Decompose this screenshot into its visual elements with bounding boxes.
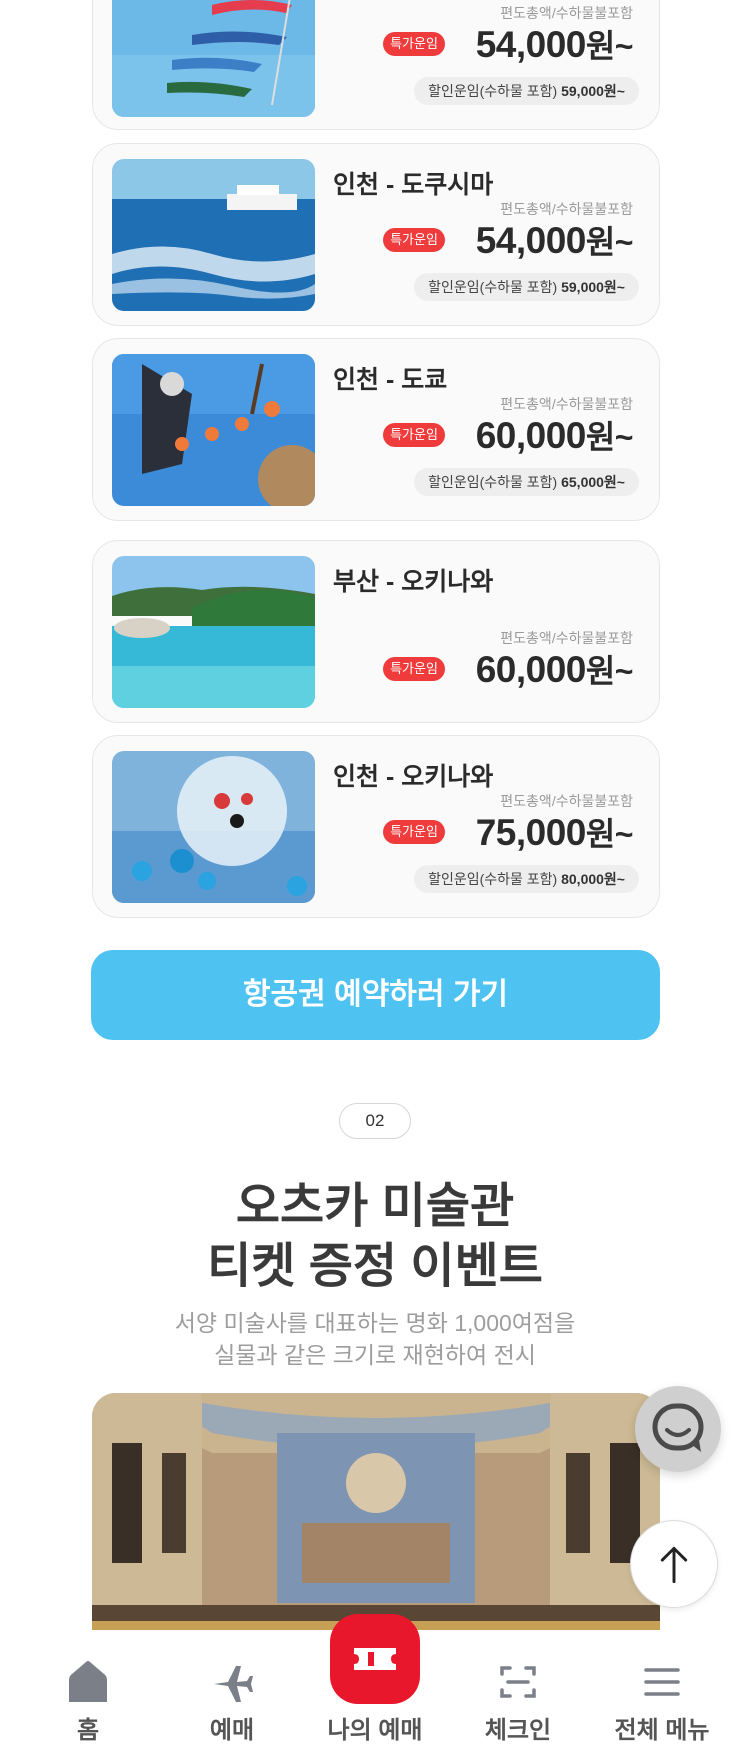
tab-booking[interactable]: 예매 [157, 1630, 307, 1750]
route-price: 60,000원~ [475, 415, 634, 456]
special-fare-badge: 특가운임 [383, 820, 445, 844]
route-image-beach [112, 556, 315, 708]
discount-fare: 할인운임(수하물 포함) 80,000원~ [414, 865, 639, 893]
route-card[interactable]: 인천 - 도쿄 편도총액/수하물불포함 특가운임 60,000원~ 할인운임(수… [92, 338, 660, 521]
route-name: 인천 - 도쿄 [333, 366, 448, 394]
tab-label: 예매 [209, 1717, 255, 1744]
tab-checkin[interactable]: 체크인 [443, 1630, 593, 1750]
event-subtitle-line2: 실물과 같은 크기로 재현하여 전시 [214, 1342, 536, 1368]
chat-button[interactable] [635, 1386, 721, 1472]
route-card[interactable]: 인천 - 도쿠시마 편도총액/수하물불포함 특가운임 54,000원~ 할인운임… [92, 143, 660, 326]
route-card[interactable]: 인천 - 오키나와 편도총액/수하물불포함 특가운임 75,000원~ 할인운임… [92, 735, 660, 918]
section-step-badge: 02 [339, 1103, 411, 1139]
book-flight-button[interactable]: 항공권 예약하러 가기 [91, 950, 660, 1040]
fare-note: 편도총액/수하물불포함 [500, 630, 633, 646]
route-card[interactable]: 편도총액/수하물불포함 특가운임 54,000원~ 할인운임(수하물 포함) 5… [92, 0, 660, 130]
fare-note: 편도총액/수하물불포함 [500, 5, 633, 21]
route-price: 75,000원~ [475, 812, 634, 853]
route-price: 60,000원~ [475, 649, 634, 690]
ticket-icon [330, 1614, 420, 1704]
fare-note: 편도총액/수하물불포함 [500, 793, 633, 809]
special-fare-badge: 특가운임 [383, 32, 445, 56]
special-fare-badge: 특가운임 [383, 228, 445, 252]
scan-icon [494, 1658, 542, 1706]
chat-icon [652, 1403, 704, 1452]
route-price: 54,000원~ [475, 24, 634, 65]
tab-menu[interactable]: 전체 메뉴 [587, 1630, 737, 1750]
hamburger-menu-icon [638, 1658, 686, 1706]
tab-label: 전체 메뉴 [614, 1717, 710, 1744]
home-icon [64, 1658, 112, 1706]
route-image-ferry [112, 159, 315, 311]
museum-hall-image [92, 1393, 660, 1630]
route-image-glass [112, 751, 315, 903]
discount-fare: 할인운임(수하물 포함) 59,000원~ [414, 77, 639, 105]
arrow-up-icon [660, 1546, 688, 1584]
route-name: 인천 - 도쿠시마 [333, 171, 494, 199]
route-name: 인천 - 오키나와 [333, 763, 494, 791]
tab-label: 나의 예매 [327, 1717, 423, 1744]
tab-home[interactable]: 홈 [13, 1630, 163, 1750]
scroll-top-button[interactable] [630, 1520, 718, 1608]
route-image-festival [112, 354, 315, 506]
route-card[interactable]: 부산 - 오키나와 편도총액/수하물불포함 특가운임 60,000원~ [92, 540, 660, 723]
special-fare-badge: 특가운임 [383, 657, 445, 681]
discount-fare: 할인운임(수하물 포함) 59,000원~ [414, 273, 639, 301]
route-image-koinobori [112, 0, 315, 117]
route-price: 54,000원~ [475, 220, 634, 261]
event-subtitle-line1: 서양 미술사를 대표하는 명화 1,000여점을 [174, 1310, 576, 1336]
fare-note: 편도총액/수하물불포함 [500, 201, 633, 217]
tab-my-booking[interactable]: 나의 예매 [300, 1614, 450, 1750]
tab-label: 체크인 [484, 1717, 552, 1744]
tab-label: 홈 [76, 1717, 100, 1744]
event-title-line2: 티켓 증정 이벤트 [207, 1240, 543, 1293]
airplane-icon [208, 1658, 256, 1706]
bottom-tab-bar: 홈 예매 나의 예매 체크인 전체 메뉴 [0, 1614, 750, 1750]
route-name: 부산 - 오키나와 [333, 568, 494, 596]
fare-note: 편도총액/수하물불포함 [500, 396, 633, 412]
discount-fare: 할인운임(수하물 포함) 65,000원~ [414, 468, 639, 496]
special-fare-badge: 특가운임 [383, 423, 445, 447]
